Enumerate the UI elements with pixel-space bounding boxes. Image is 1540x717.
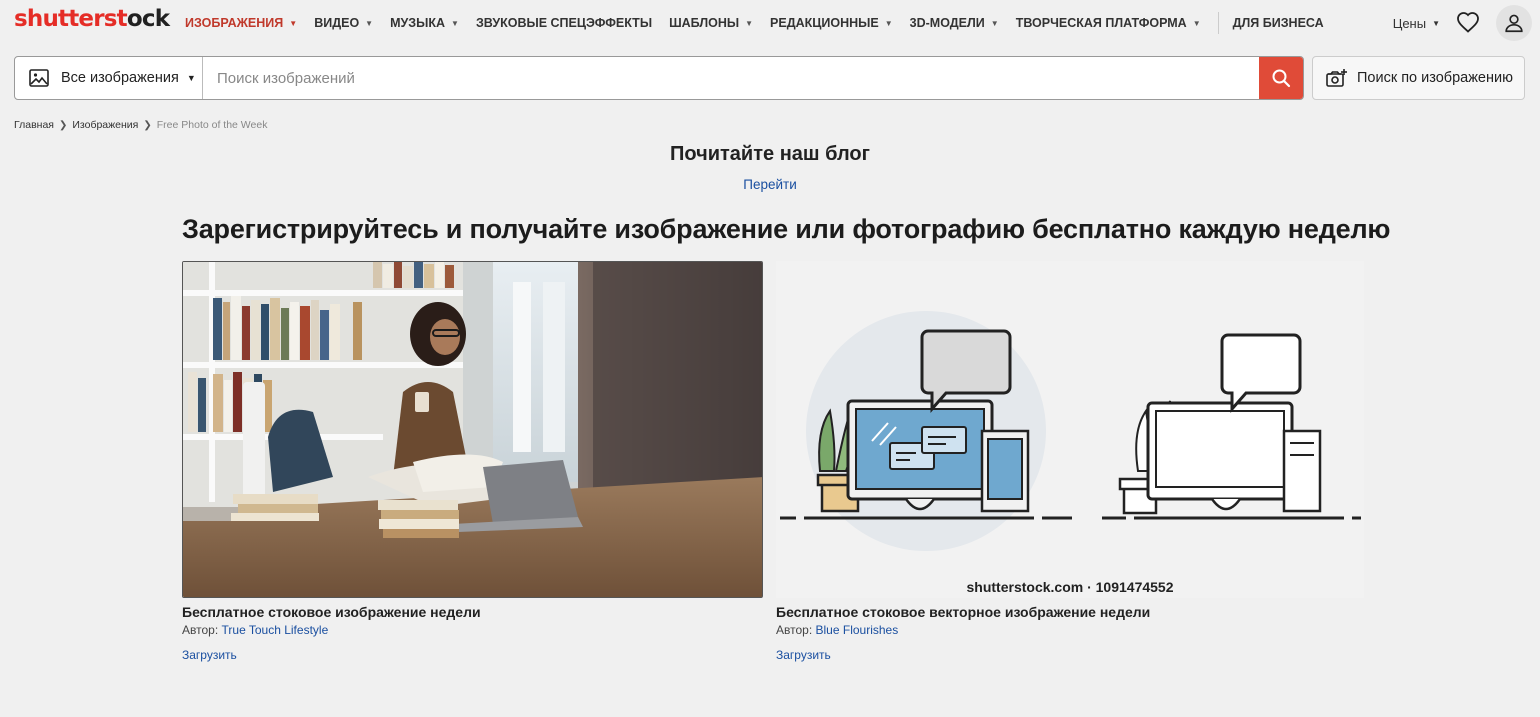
image-watermark: shutterstock.com · 1091474552 — [967, 579, 1174, 595]
search-type-dropdown[interactable]: Все изображения ▼ — [15, 57, 203, 99]
image-icon — [29, 69, 49, 87]
logo-text-part3: ck — [141, 6, 170, 32]
card-title-photo: Бесплатное стоковое изображение недели — [182, 604, 481, 620]
author-prefix: Автор: — [182, 623, 219, 637]
chevron-down-icon: ▼ — [365, 18, 374, 28]
blog-title: Почитайте наш блог — [670, 143, 870, 165]
photo-illustration — [183, 262, 762, 597]
nav-item-label: 3D-МОДЕЛИ — [909, 16, 985, 30]
free-photo-image[interactable] — [182, 261, 763, 598]
vector-illustration: shutterstock.com · 1091474552 — [776, 261, 1364, 598]
blog-link-row: Перейти — [0, 177, 1540, 192]
nav-item-for-business[interactable]: ДЛЯ БИЗНЕСА — [1233, 16, 1324, 30]
blog-link[interactable]: Перейти — [743, 177, 797, 192]
chevron-down-icon: ▼ — [1192, 18, 1201, 28]
search-input[interactable] — [203, 57, 1259, 99]
caret-down-icon: ▼ — [186, 73, 196, 83]
heart-icon[interactable] — [1456, 11, 1480, 35]
nav-item-music[interactable]: МУЗЫКА ▼ — [390, 16, 459, 30]
search-button[interactable] — [1259, 57, 1303, 99]
search-bar: Все изображения ▼ — [14, 56, 1304, 100]
nav-item-label: ДЛЯ БИЗНЕСА — [1232, 16, 1324, 30]
chevron-right-icon: ❯ — [143, 119, 152, 131]
author-link[interactable]: Blue Flourishes — [816, 623, 899, 637]
breadcrumb: Главная ❯ Изображения ❯ Free Photo of th… — [14, 119, 267, 131]
nav-item-label: МУЗЫКА — [390, 16, 446, 30]
shutterstock-logo[interactable]: shutterstock — [14, 6, 170, 32]
logo-text-part1: shutterst — [14, 6, 128, 32]
page-headline: Зарегистрируйтесь и получайте изображени… — [182, 214, 1391, 244]
author-prefix: Автор: — [776, 623, 813, 637]
image-search-label: Поиск по изображению — [1357, 70, 1513, 86]
nav-divider — [1217, 12, 1219, 34]
logo-text-part2: o — [126, 6, 143, 32]
main-nav-menu: ИЗОБРАЖЕНИЯ ▼ ВИДЕО ▼ МУЗЫКА ▼ ЗВУКОВЫЕ СПЕ… — [185, 0, 1341, 46]
nav-item-images[interactable]: ИЗОБРАЖЕНИЯ ▼ — [185, 16, 297, 30]
card-author-vector: Автор: Blue Flourishes — [776, 623, 898, 637]
nav-item-templates[interactable]: ШАБЛОНЫ ▼ — [669, 16, 753, 30]
chevron-down-icon: ▼ — [745, 18, 754, 28]
search-icon — [1272, 69, 1291, 88]
chevron-down-icon: ▼ — [289, 18, 298, 28]
download-link-vector[interactable]: Загрузить — [776, 648, 831, 662]
nav-item-label: ИЗОБРАЖЕНИЯ — [185, 16, 284, 30]
nav-item-label: ВИДЕО — [314, 16, 360, 30]
breadcrumb-images[interactable]: Изображения — [72, 119, 138, 131]
breadcrumb-home[interactable]: Главная — [14, 119, 54, 131]
free-vector-image[interactable]: shutterstock.com · 1091474552 — [776, 261, 1364, 598]
nav-right-group: Цены ▼ — [1393, 0, 1540, 46]
search-type-label: Все изображения — [61, 70, 179, 86]
nav-item-label: ШАБЛОНЫ — [669, 16, 740, 30]
download-link-photo[interactable]: Загрузить — [182, 648, 237, 662]
top-navigation: shutterstock ИЗОБРАЖЕНИЯ ▼ ВИДЕО ▼ МУЗЫКА ▼… — [0, 0, 1540, 46]
account-button[interactable] — [1496, 5, 1532, 41]
chevron-down-icon: ▼ — [990, 18, 999, 28]
card-author-photo: Автор: True Touch Lifestyle — [182, 623, 328, 637]
chevron-right-icon: ❯ — [58, 119, 68, 131]
nav-item-label: ЗВУКОВЫЕ СПЕЦЭФФЕКТЫ — [475, 16, 653, 30]
prices-menu[interactable]: Цены ▼ — [1393, 16, 1440, 31]
user-icon — [1505, 14, 1523, 33]
nav-item-3d-models[interactable]: 3D-МОДЕЛИ ▼ — [910, 16, 999, 30]
nav-item-label: ТВОРЧЕСКАЯ ПЛАТФОРМА — [1015, 16, 1187, 30]
nav-item-creative-platform[interactable]: ТВОРЧЕСКАЯ ПЛАТФОРМА ▼ — [1016, 16, 1201, 30]
breadcrumb-current: Free Photo of the Week — [156, 119, 268, 131]
nav-item-editorial[interactable]: РЕДАКЦИОННЫЕ ▼ — [770, 16, 893, 30]
chevron-down-icon: ▼ — [451, 18, 459, 28]
card-title-vector: Бесплатное стоковое векторное изображени… — [776, 604, 1151, 620]
nav-item-sound-effects[interactable]: ЗВУКОВЫЕ СПЕЦЭФФЕКТЫ — [476, 16, 652, 30]
prices-label: Цены — [1392, 15, 1427, 31]
chevron-down-icon: ▼ — [1432, 18, 1440, 28]
nav-item-video[interactable]: ВИДЕО ▼ — [314, 16, 373, 30]
image-search-button[interactable]: Поиск по изображению — [1312, 56, 1525, 100]
author-link[interactable]: True Touch Lifestyle — [222, 623, 329, 637]
chevron-down-icon: ▼ — [884, 18, 893, 28]
nav-item-label: РЕДАКЦИОННЫЕ — [770, 16, 879, 30]
camera-plus-icon — [1326, 69, 1347, 87]
